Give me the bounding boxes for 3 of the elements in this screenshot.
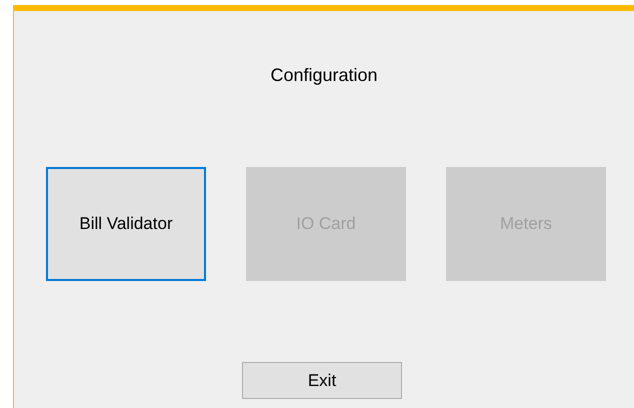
exit-button[interactable]: Exit: [242, 362, 402, 399]
menu-button[interactable]: Bill Validator: [46, 167, 206, 281]
window-title: Configuration: [270, 64, 378, 87]
